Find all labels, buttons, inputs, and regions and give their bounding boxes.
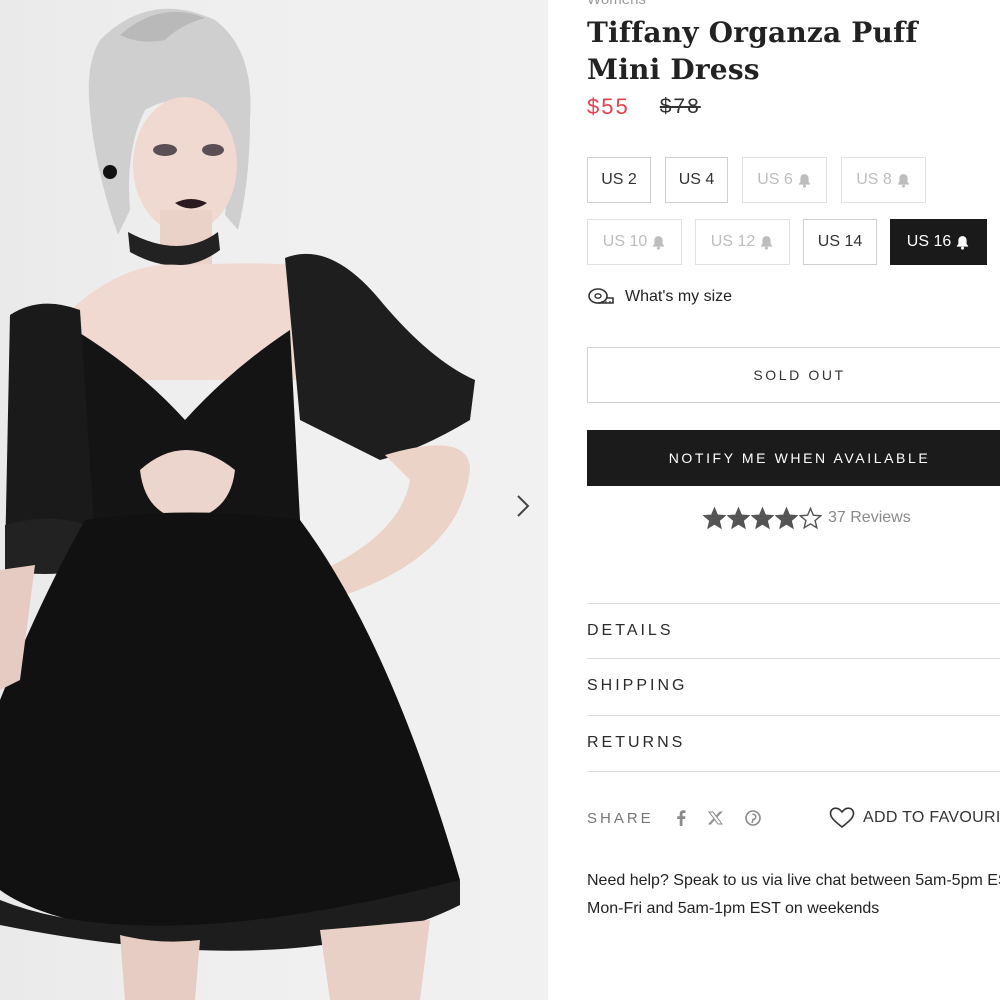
product-details-panel: Womens Tiffany Organza Puff Mini Dress $… xyxy=(587,0,1000,1000)
size-label: US 6 xyxy=(757,171,793,188)
size-label: US 2 xyxy=(601,171,637,188)
reviews-summary[interactable]: 37 Reviews xyxy=(703,505,911,531)
review-count: 37 Reviews xyxy=(828,509,911,526)
size-label: US 8 xyxy=(856,171,892,188)
chevron-right-icon xyxy=(517,495,530,517)
help-text: Need help? Speak to us via live chat bet… xyxy=(587,872,1000,917)
bell-icon xyxy=(797,173,812,188)
star-empty-icon xyxy=(799,507,822,529)
size-guide-label: What's my size xyxy=(625,288,733,305)
divider xyxy=(587,603,1000,604)
x-icon[interactable] xyxy=(707,811,723,825)
size-label: US 4 xyxy=(678,171,715,188)
bell-icon xyxy=(955,235,970,250)
bell-icon xyxy=(651,235,666,250)
sale-price: $55 xyxy=(587,94,630,119)
divider xyxy=(587,771,1000,772)
size-option[interactable]: US 2 xyxy=(587,157,651,203)
divider xyxy=(587,715,1000,716)
accordion-shipping[interactable]: SHIPPING xyxy=(587,666,1000,706)
star-rating xyxy=(703,507,822,529)
notify-me-button[interactable]: NOTIFY ME WHEN AVAILABLE xyxy=(587,430,1000,486)
size-option[interactable]: US 14 xyxy=(803,219,877,265)
price-row: $55 $78 xyxy=(587,93,701,121)
pinterest-icon[interactable] xyxy=(744,810,761,826)
divider xyxy=(587,658,1000,659)
add-to-favourites-button[interactable]: ADD TO FAVOURITES xyxy=(829,804,1000,832)
size-guide-link[interactable]: What's my size xyxy=(587,284,732,310)
bell-icon xyxy=(759,235,774,250)
size-option[interactable]: US 8 xyxy=(841,157,926,203)
size-option[interactable]: US 6 xyxy=(742,157,827,203)
sold-out-button[interactable]: SOLD OUT xyxy=(587,347,1000,403)
product-image-gallery xyxy=(0,0,548,1000)
accordion-returns[interactable]: RETURNS xyxy=(587,723,1000,763)
favourites-label: ADD TO FAVOURITES xyxy=(863,809,1000,826)
bell-icon xyxy=(896,173,911,188)
size-label: US 10 xyxy=(602,233,648,250)
size-label: US 12 xyxy=(710,233,756,250)
product-title: Tiffany Organza Puff Mini Dress xyxy=(587,16,918,86)
size-option[interactable]: US 10 xyxy=(587,219,682,265)
size-label: US 14 xyxy=(817,233,863,250)
product-photo xyxy=(0,8,475,1000)
measuring-tape-icon xyxy=(588,288,614,304)
original-price: $78 xyxy=(659,95,701,118)
star-filled-icon xyxy=(727,507,750,529)
share-row: SHARE ADD TO FAVOURITES xyxy=(587,804,1000,832)
star-filled-icon xyxy=(703,507,726,529)
size-option[interactable]: US 4 xyxy=(665,157,728,203)
star-filled-icon xyxy=(751,507,774,529)
breadcrumb[interactable]: Womens xyxy=(587,0,646,8)
size-option[interactable]: US 16 xyxy=(890,219,987,265)
star-filled-icon xyxy=(775,507,798,529)
facebook-icon[interactable] xyxy=(676,810,686,826)
heart-icon xyxy=(829,807,855,829)
share-label: SHARE xyxy=(587,809,654,827)
next-image-button[interactable] xyxy=(516,494,546,528)
size-label: US 16 xyxy=(906,233,952,250)
size-option[interactable]: US 12 xyxy=(695,219,790,265)
accordion-details[interactable]: DETAILS xyxy=(587,611,1000,651)
